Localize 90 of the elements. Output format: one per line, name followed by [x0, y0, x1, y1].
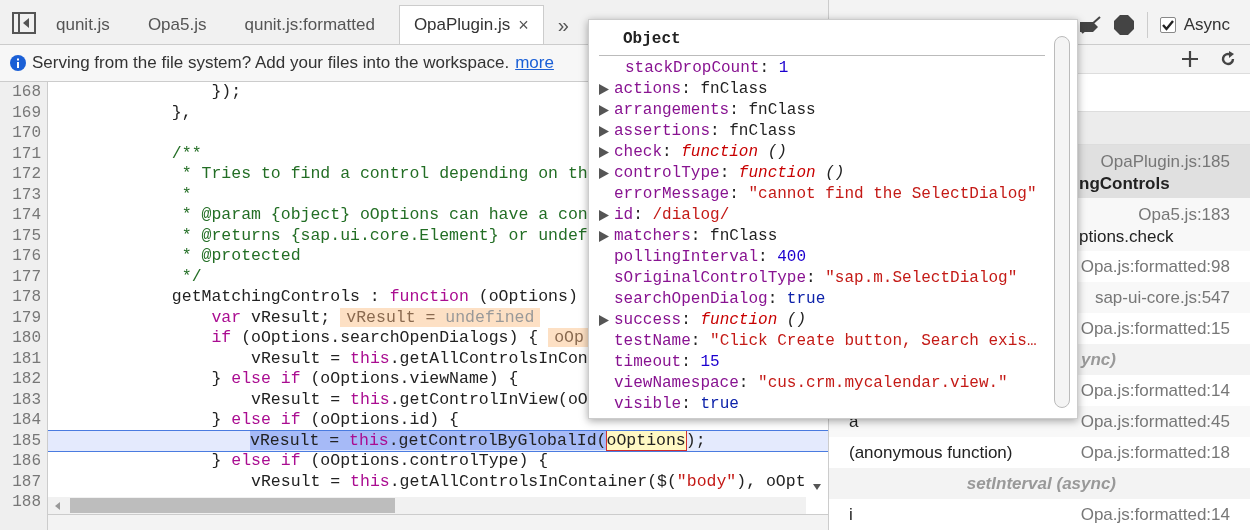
- object-property[interactable]: assertions: fnClass: [599, 121, 1045, 142]
- async-divider: setInterval (async): [966, 472, 1116, 495]
- close-icon[interactable]: ×: [518, 11, 529, 39]
- line-number[interactable]: 179: [0, 307, 47, 328]
- object-property[interactable]: matchers: fnClass: [599, 226, 1045, 247]
- object-property: viewNamespace: "cus.crm.mycalendar.view.": [613, 373, 1009, 394]
- code-line: * @protected: [180, 246, 301, 265]
- object-property: pollingInterval: 400: [613, 247, 808, 268]
- scroll-down-icon[interactable]: [813, 484, 821, 490]
- object-property: timeout: 15: [613, 352, 721, 373]
- info-icon: [10, 55, 26, 71]
- object-property[interactable]: id: /dialog/: [599, 205, 1045, 226]
- object-property: visible: true: [613, 394, 740, 415]
- line-number[interactable]: 168: [0, 82, 47, 103]
- code-line: } else if (oOptions.viewName) {: [210, 369, 519, 388]
- code-line: vResult = this.getControlByGlobalId(oOptions);: [249, 430, 706, 450]
- line-number[interactable]: 170: [0, 123, 47, 144]
- infobar-message: Serving from the file system? Add your files into the workspace.: [32, 52, 510, 75]
- code-line: } else if (oOptions.controlType) {: [210, 451, 549, 470]
- object-property: errorMessage: "cannot find the SelectDialog": [613, 184, 1038, 205]
- line-number[interactable]: 177: [0, 266, 47, 287]
- async-checkbox[interactable]: Async: [1159, 12, 1230, 38]
- code-line: vResult = this.getControlInView(oO: [250, 389, 588, 409]
- file-tab[interactable]: Opa5.js: [133, 5, 221, 44]
- line-number[interactable]: 171: [0, 143, 47, 164]
- line-number[interactable]: 176: [0, 246, 47, 267]
- add-icon[interactable]: [1182, 51, 1198, 67]
- stop-icon[interactable]: [1112, 14, 1135, 36]
- expand-triangle-icon[interactable]: [599, 210, 609, 221]
- code-line: * Tries to find a control depending on th: [180, 164, 588, 183]
- file-tab[interactable]: OpaPlugin.js ×: [398, 5, 544, 44]
- object-property[interactable]: actions: fnClass: [599, 79, 1045, 100]
- line-number[interactable]: 172: [0, 164, 47, 185]
- code-line: * @param {object} oOptions can have a con: [180, 205, 588, 224]
- line-number[interactable]: 174: [0, 205, 47, 226]
- check-icon: [1161, 19, 1174, 31]
- expand-triangle-icon[interactable]: [599, 126, 609, 137]
- code-line: });: [210, 82, 242, 101]
- line-number[interactable]: 184: [0, 410, 47, 431]
- code-line: } else if (oOptions.id) {: [210, 410, 459, 429]
- file-tab[interactable]: qunit.js:formatted: [230, 5, 389, 44]
- expand-triangle-icon[interactable]: [599, 168, 609, 179]
- popover-scrollbar[interactable]: [1054, 36, 1070, 408]
- expand-triangle-icon[interactable]: [599, 231, 609, 242]
- code-line: if (oOptions.searchOpenDialogs) { oOp: [53, 328, 590, 347]
- deactivate-breakpoints-icon[interactable]: [1078, 16, 1101, 34]
- code-line: getMatchingControls : function (oOptions): [170, 287, 578, 306]
- refresh-icon[interactable]: [1220, 51, 1236, 67]
- object-property: searchOpenDialog: true: [613, 289, 827, 310]
- line-number[interactable]: 173: [0, 184, 47, 205]
- file-tab[interactable]: qunit.js: [42, 5, 124, 44]
- code-line: vResult = this.getAllControlsInCon: [250, 348, 588, 368]
- code-line: vResult = this.getAllControlsInContainer($("body"), oOpt: [250, 471, 806, 491]
- object-property: testName: "Click Create button, Search exis…: [613, 331, 1038, 352]
- sidebar-toggle-icon[interactable]: [12, 12, 36, 34]
- expand-triangle-icon[interactable]: [599, 105, 609, 116]
- object-property: stackDropCount: 1: [624, 58, 790, 79]
- object-property[interactable]: controlType: function (): [599, 163, 1045, 184]
- line-number[interactable]: 186: [0, 451, 47, 472]
- code-line: *: [180, 184, 192, 204]
- code-line: var vResult; vResult = undefined: [53, 307, 541, 327]
- line-number[interactable]: 182: [0, 369, 47, 390]
- async-divider: ync): [1081, 348, 1116, 371]
- line-number[interactable]: 175: [0, 225, 47, 246]
- line-number[interactable]: 178: [0, 287, 47, 308]
- line-number[interactable]: 169: [0, 102, 47, 123]
- object-property[interactable]: success: function (): [599, 310, 1045, 331]
- object-property[interactable]: check: function (): [599, 142, 1045, 163]
- line-number[interactable]: 180: [0, 328, 47, 349]
- code-line: * @returns {sap.ui.core.Element} or undef: [180, 225, 588, 245]
- line-number[interactable]: 185: [0, 430, 47, 451]
- more-tabs-button[interactable]: »: [553, 5, 573, 44]
- object-property: sOriginalControlType: "sap.m.SelectDialog": [613, 268, 1019, 289]
- inline-value: oOp: [548, 328, 590, 347]
- scrollbar-thumb[interactable]: [70, 498, 395, 513]
- code-line: },: [170, 102, 192, 122]
- popover-title: Object: [622, 29, 682, 50]
- code-line: */: [180, 266, 202, 286]
- object-property[interactable]: arrangements: fnClass: [599, 100, 1045, 121]
- line-number[interactable]: 188: [0, 492, 47, 513]
- expand-triangle-icon[interactable]: [599, 147, 609, 158]
- more-link[interactable]: more: [515, 50, 554, 76]
- code-line: /**: [170, 143, 202, 163]
- line-number[interactable]: 183: [0, 389, 47, 410]
- line-number[interactable]: 181: [0, 348, 47, 369]
- line-number[interactable]: 187: [0, 471, 47, 492]
- expand-triangle-icon[interactable]: [599, 84, 609, 95]
- expand-triangle-icon[interactable]: [599, 315, 609, 326]
- horizontal-scrollbar[interactable]: [48, 497, 806, 514]
- inline-value: vResult = undefined: [340, 307, 541, 327]
